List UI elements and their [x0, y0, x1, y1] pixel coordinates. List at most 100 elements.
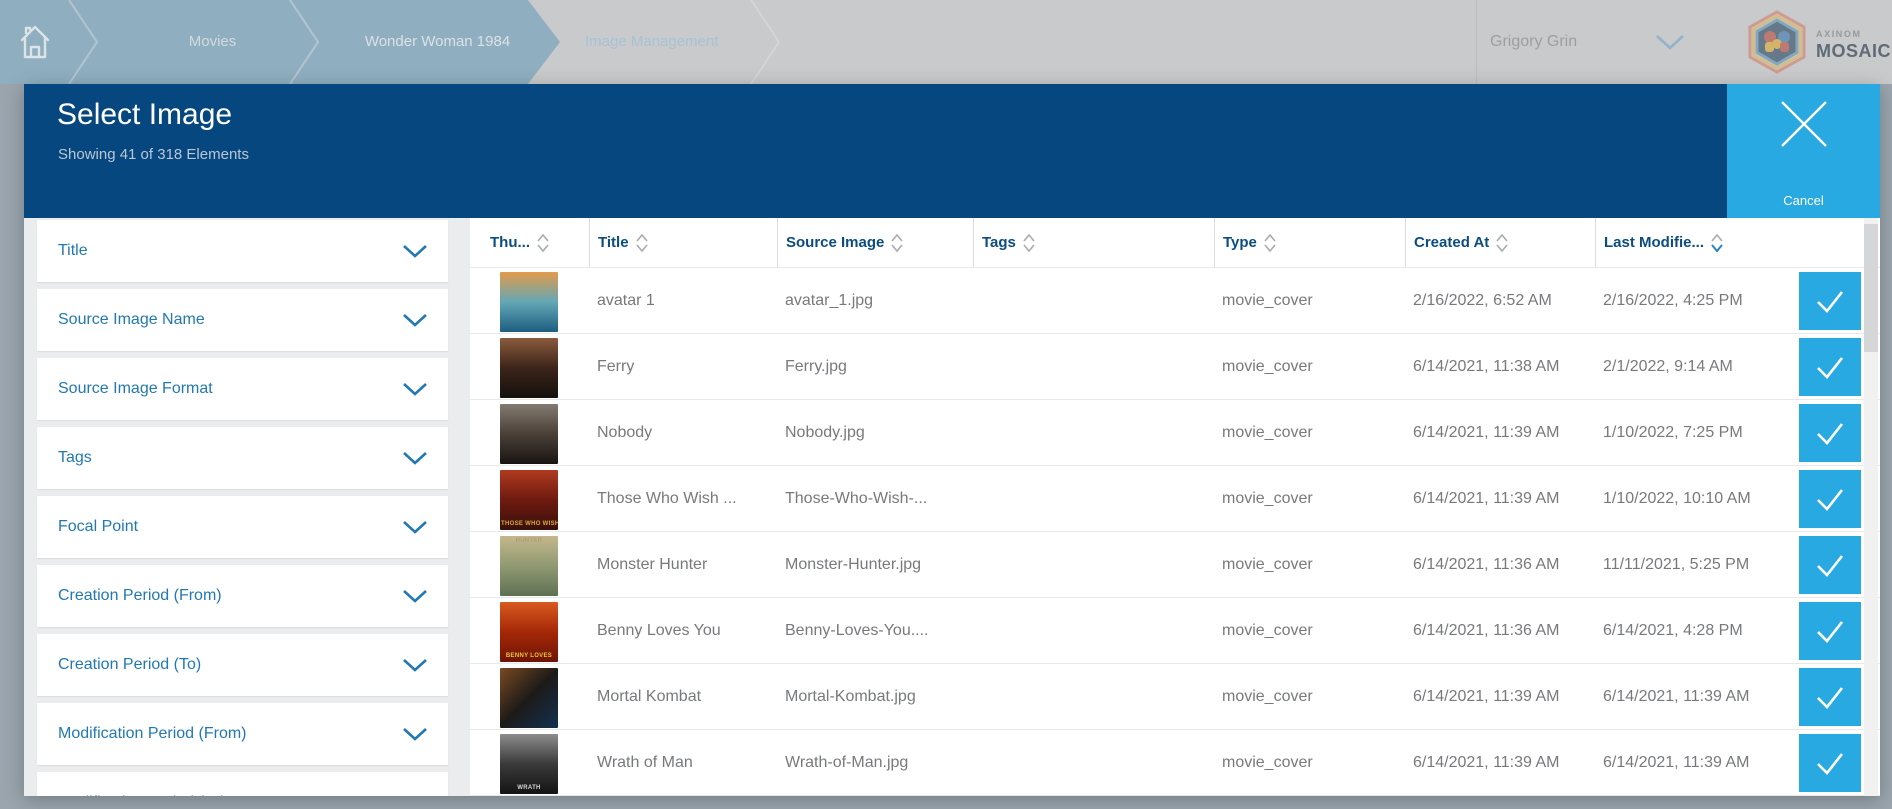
- filter-sidebar: Title Source Image Name Source Image For…: [24, 218, 470, 796]
- column-label: Created At: [1414, 234, 1489, 251]
- column-label: Thu...: [490, 234, 530, 251]
- filter-card[interactable]: Source Image Name: [37, 289, 448, 351]
- movie-poster-thumbnail: [500, 404, 558, 464]
- row-select-button[interactable]: [1799, 338, 1861, 396]
- chevron-down-icon: [402, 382, 428, 396]
- table-scrollbar[interactable]: [1864, 218, 1878, 796]
- thumbnail-cell: HUNTER: [470, 532, 589, 597]
- modal-result-count: Showing 41 of 318 Elements: [58, 146, 249, 163]
- source-image-cell: Nobody.jpg: [777, 400, 973, 465]
- screen: Movies Wonder Woman 1984 Image Managemen…: [0, 0, 1892, 809]
- row-select-button[interactable]: [1799, 734, 1861, 792]
- column-label: Type: [1223, 234, 1257, 251]
- title-cell: Monster Hunter: [589, 532, 777, 597]
- row-select-button[interactable]: [1799, 602, 1861, 660]
- created-at-cell: 6/14/2021, 11:38 AM: [1405, 334, 1595, 399]
- title-cell: Those Who Wish ...: [589, 466, 777, 531]
- scrollbar-thumb[interactable]: [1864, 224, 1878, 352]
- tags-cell: [973, 598, 1214, 663]
- breadcrumb-item-wonder-woman-1984[interactable]: Wonder Woman 1984: [345, 0, 530, 84]
- filter-card[interactable]: Creation Period (From): [37, 565, 448, 627]
- breadcrumb-separator-icon: [66, 0, 100, 84]
- logo-axinom-label: AXINOM: [1816, 30, 1891, 39]
- modal-header: Select Image Showing 41 of 318 Elements …: [24, 84, 1880, 218]
- filter-card[interactable]: Creation Period (To): [37, 634, 448, 696]
- row-select-button[interactable]: [1799, 404, 1861, 462]
- table-column-header[interactable]: Tags: [973, 218, 1214, 267]
- tags-cell: [973, 268, 1214, 333]
- thumbnail-cell: [470, 268, 589, 333]
- tags-cell: [973, 400, 1214, 465]
- filter-label: Modification Period (To): [58, 794, 226, 796]
- breadcrumb-item-movies[interactable]: Movies: [140, 0, 285, 84]
- type-cell: movie_cover: [1214, 598, 1405, 663]
- type-cell: movie_cover: [1214, 268, 1405, 333]
- breadcrumb-home-button[interactable]: [18, 22, 52, 62]
- thumbnail-cell: [470, 664, 589, 729]
- checkmark-icon: [1812, 350, 1848, 384]
- column-label: Title: [598, 234, 629, 251]
- thumbnail-caption: [500, 328, 558, 332]
- table-row: Nobody Nobody.jpg movie_cover 6/14/2021,…: [470, 400, 1880, 466]
- row-select-button[interactable]: [1799, 272, 1861, 330]
- table-column-header[interactable]: Created At: [1405, 218, 1595, 267]
- chevron-down-icon: [402, 313, 428, 327]
- close-icon: [1780, 100, 1828, 148]
- created-at-cell: 6/14/2021, 11:39 AM: [1405, 466, 1595, 531]
- table-column-header[interactable]: Type: [1214, 218, 1405, 267]
- type-cell: movie_cover: [1214, 400, 1405, 465]
- checkmark-icon: [1812, 548, 1848, 582]
- table-column-header[interactable]: Thu...: [470, 218, 589, 267]
- filter-card[interactable]: Modification Period (To): [37, 772, 448, 796]
- image-table: Thu... Title: [470, 218, 1880, 796]
- table-row: BENNY LOVES Benny Loves You Benny-Loves-…: [470, 598, 1880, 664]
- row-select-button[interactable]: [1799, 470, 1861, 528]
- column-label: Source Image: [786, 234, 884, 251]
- row-select-button[interactable]: [1799, 536, 1861, 594]
- source-image-cell: Mortal-Kombat.jpg: [777, 664, 973, 729]
- checkmark-icon: [1812, 416, 1848, 450]
- created-at-cell: 6/14/2021, 11:36 AM: [1405, 532, 1595, 597]
- thumbnail-cell: BENNY LOVES: [470, 598, 589, 663]
- user-menu[interactable]: Grigory Grin: [1490, 0, 1685, 84]
- breadcrumb-item-image-management[interactable]: Image Management: [585, 0, 755, 84]
- table-column-header[interactable]: Last Modifie...: [1595, 218, 1790, 267]
- movie-poster-thumbnail: THOSE WHO WISH ME DEAD: [500, 470, 558, 530]
- table-column-header[interactable]: Source Image: [777, 218, 973, 267]
- thumbnail-caption: [500, 460, 558, 464]
- table-column-header[interactable]: Title: [589, 218, 777, 267]
- filter-card[interactable]: Modification Period (From): [37, 703, 448, 765]
- thumbnail-caption: BENNY LOVES: [500, 651, 558, 662]
- row-select-button[interactable]: [1799, 668, 1861, 726]
- checkmark-icon: [1812, 680, 1848, 714]
- column-label: Last Modifie...: [1604, 234, 1704, 251]
- filter-card[interactable]: Title: [37, 220, 448, 282]
- filter-label: Focal Point: [58, 518, 138, 536]
- last-modified-cell: 1/10/2022, 10:10 AM: [1595, 466, 1790, 531]
- last-modified-cell: 6/14/2021, 11:39 AM: [1595, 664, 1790, 729]
- tags-cell: [973, 334, 1214, 399]
- thumbnail-caption: [500, 394, 558, 398]
- sort-icon: [1264, 234, 1276, 252]
- thumbnail-cell: [470, 400, 589, 465]
- table-row: Mortal Kombat Mortal-Kombat.jpg movie_co…: [470, 664, 1880, 730]
- last-modified-cell: 2/16/2022, 4:25 PM: [1595, 268, 1790, 333]
- thumbnail-cell: WRATH: [470, 730, 589, 795]
- cancel-button[interactable]: Cancel: [1727, 84, 1880, 218]
- filter-label: Creation Period (To): [58, 656, 201, 674]
- filter-card[interactable]: Tags: [37, 427, 448, 489]
- table-row: avatar 1 avatar_1.jpg movie_cover 2/16/2…: [470, 268, 1880, 334]
- movie-poster-thumbnail: [500, 272, 558, 332]
- movie-poster-thumbnail: [500, 338, 558, 398]
- filter-card[interactable]: Source Image Format: [37, 358, 448, 420]
- created-at-cell: 6/14/2021, 11:39 AM: [1405, 400, 1595, 465]
- checkmark-icon: [1812, 614, 1848, 648]
- chevron-down-icon: [402, 244, 428, 258]
- sort-icon: [537, 234, 549, 252]
- thumbnail-caption: [500, 724, 558, 728]
- sort-icon: [891, 234, 903, 252]
- title-cell: Ferry: [589, 334, 777, 399]
- source-image-cell: Benny-Loves-You....: [777, 598, 973, 663]
- column-label: Tags: [982, 234, 1016, 251]
- filter-card[interactable]: Focal Point: [37, 496, 448, 558]
